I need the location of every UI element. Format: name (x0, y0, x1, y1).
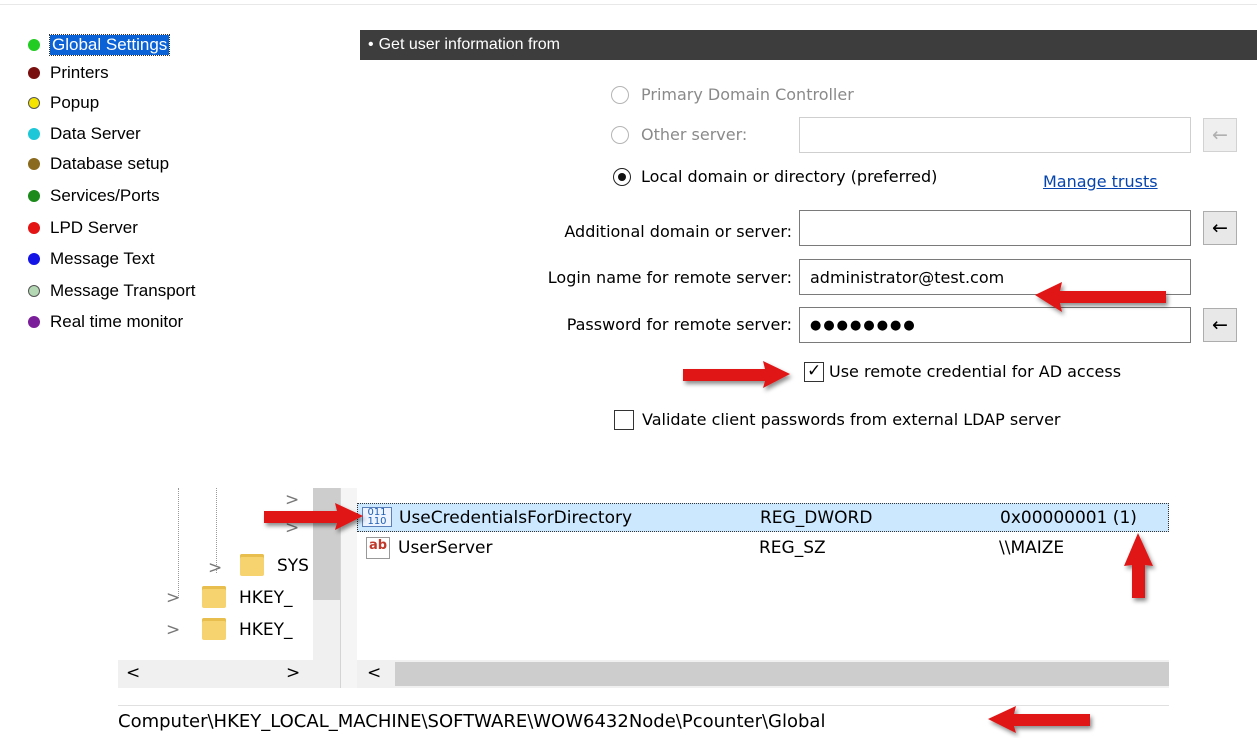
annotation-arrows (264, 282, 1166, 733)
red-arrow-status-path (988, 706, 1090, 733)
red-arrow-value-data (1124, 533, 1153, 598)
red-arrow-registry-value (264, 503, 363, 530)
red-arrow-login (1035, 282, 1166, 312)
red-arrow-checkbox (683, 361, 790, 388)
